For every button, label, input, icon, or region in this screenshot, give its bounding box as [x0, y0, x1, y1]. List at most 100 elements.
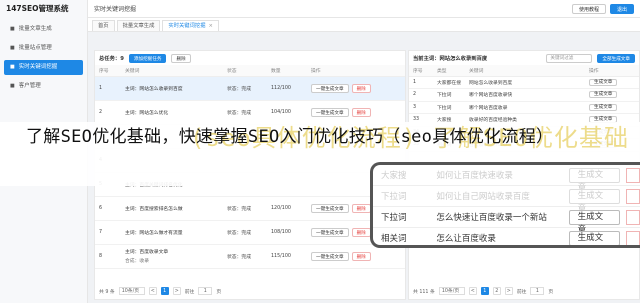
keyword-text: 网站怎么收录到百度 — [465, 76, 585, 89]
page-size-select[interactable]: 10条/页 — [438, 287, 465, 295]
tabs-bar: 首页 批量文章生成 实时关键词挖掘 × — [88, 18, 640, 32]
main-keyword: 主词：网站怎么收录到百度 — [125, 86, 183, 92]
table-row[interactable]: 6 主词：百度搜索排名怎么做 状态：完成 120/100 一键生成文章 删除 — [95, 196, 405, 221]
row-actions: 一键生成文章 删除 — [311, 251, 405, 261]
page-size-select[interactable]: 10条/页 — [118, 287, 145, 295]
generate-article-button[interactable]: 生成文章 — [568, 188, 621, 214]
keyword-type: 相关词 — [381, 234, 407, 244]
main-keyword: 主词：百度收录文章 — [125, 250, 169, 255]
delete-row-button[interactable]: 删除 — [351, 83, 371, 93]
operations-cell: 一键生成文章 删除 — [307, 76, 405, 101]
generate-article-button[interactable]: 生成文章 — [568, 230, 621, 245]
keyword-type: 下拉词 — [381, 213, 407, 223]
row-number: 2 — [95, 100, 121, 125]
page-button[interactable]: 1 — [160, 287, 169, 295]
add-task-button[interactable]: 添加挖掘任务 — [128, 53, 167, 63]
row-number: 1 — [95, 76, 121, 101]
page-title: 实时关键词挖掘 — [94, 6, 137, 13]
keyword-filter-input[interactable]: 关键词过滤 — [546, 53, 593, 63]
sidebar-item-label: 客户管理 — [18, 83, 41, 89]
zoom-row: 大家搜 如何让百度快速收录 生成文章 — [373, 165, 640, 193]
main-keyword: 主词：网站怎么做才有流量 — [125, 230, 183, 236]
task-pagination: 共 9 条 10条/页 < 1 > 前往 1 页 — [99, 286, 401, 296]
table-row[interactable]: 7 主词：网站怎么做才有流量 状态：完成 108/100 一键生成文章 删除 — [95, 220, 405, 245]
page-button[interactable]: 2 — [492, 287, 501, 295]
count-text: 115/100 — [267, 244, 307, 269]
delete-box — [626, 209, 640, 225]
keyword-text: 如何让自己网站收录百度 — [436, 192, 530, 202]
goto-page-input[interactable]: 1 — [198, 287, 213, 295]
task-total: 共 9 条 — [99, 289, 115, 295]
sidebar-item[interactable]: ■ 批量站点管理 — [4, 41, 83, 56]
generate-all-button[interactable]: 全部生成文章 — [597, 53, 635, 63]
delete-row-button[interactable]: 删除 — [351, 251, 371, 261]
delete-row-button[interactable]: 删除 — [351, 203, 371, 213]
menu-icon: ■ — [10, 26, 15, 32]
keyword-cell: 主词：百度搜索排名怎么做 — [121, 196, 223, 221]
page-button[interactable]: 1 — [480, 287, 489, 295]
main-keyword: 主词：网站怎么优化 — [125, 110, 169, 116]
zoomed-keyword-callout: 大家搜 如何让百度快速收录 生成文章 下拉词 如何让自己网站收录百度 生成文章 下拉词 怎么快… — [370, 162, 640, 248]
table-row[interactable]: 2 下拉词 哪个网站百度收录快 生成文章 — [409, 88, 639, 102]
keyword-text: 怎么让百度收录 — [436, 234, 496, 244]
sidebar-item[interactable]: ■ 批量文章生成 — [4, 22, 83, 37]
table-row[interactable]: 1 大家都在搜 网站怎么收录到百度 生成文章 — [409, 76, 639, 89]
delete-row-button[interactable]: 删除 — [351, 107, 371, 117]
generate-article-button[interactable]: 一键生成文章 — [311, 227, 349, 237]
tab-keyword-mining[interactable]: 实时关键词挖掘 × — [162, 20, 219, 31]
row-number: 3 — [409, 101, 433, 114]
zoom-row: 相关词 怎么让百度收录 生成文章 — [373, 228, 640, 245]
tab-article-gen[interactable]: 批量文章生成 — [116, 20, 161, 31]
generate-article-button[interactable]: 一键生成文章 — [311, 107, 349, 117]
tutorial-button[interactable]: 使用教程 — [571, 4, 606, 14]
tab-home[interactable]: 首页 — [92, 20, 115, 31]
logout-button[interactable]: 退出 — [609, 4, 634, 14]
operations-cell: 生成文章 — [585, 101, 639, 114]
status-text: 状态：完成 — [223, 244, 267, 269]
table-row[interactable]: 8 主词：百度收录文章 合成：收录 状态：完成 115/100 一键生成文章 删除 — [95, 244, 405, 269]
keyword-text: 哪个网站百度收录 — [465, 101, 585, 114]
keyword-cell: 主词：网站怎么做才有流量 — [121, 220, 223, 245]
zoom-row: 下拉词 怎么快速让百度收录一个新站 生成文章 — [373, 207, 640, 235]
sidebar-item[interactable]: ■ 客户管理 — [4, 79, 83, 94]
generate-article-button[interactable]: 生成文章 — [568, 209, 621, 235]
prev-page-button[interactable]: < — [468, 287, 477, 295]
goto-label: 前往 — [184, 289, 195, 295]
generate-article-button[interactable]: 生成文章 — [589, 103, 618, 111]
row-number: 7 — [95, 220, 121, 245]
column-header: 数量 — [267, 65, 307, 77]
status-text: 状态：完成 — [223, 220, 267, 245]
generate-article-button[interactable]: 生成文章 — [589, 78, 618, 86]
zoom-row: 下拉词 如何让自己网站收录百度 生成文章 — [373, 186, 640, 214]
page-unit: 页 — [548, 289, 554, 295]
generate-article-button[interactable]: 一键生成文章 — [311, 251, 349, 261]
prev-page-button[interactable]: < — [148, 287, 157, 295]
delete-box — [626, 230, 640, 245]
keyword-cell: 主词：网站怎么收录到百度 — [121, 76, 223, 101]
count-text: 108/100 — [267, 220, 307, 245]
generate-article-button[interactable]: 生成文章 — [568, 167, 621, 193]
delete-button[interactable]: 删除 — [171, 53, 191, 63]
delete-row-button[interactable]: 删除 — [351, 227, 371, 237]
next-page-button[interactable]: > — [504, 287, 513, 295]
operations-cell: 生成文章 — [585, 76, 639, 89]
generate-article-button[interactable]: 一键生成文章 — [311, 203, 349, 213]
next-page-button[interactable]: > — [172, 287, 181, 295]
table-row[interactable]: 1 主词：网站怎么收录到百度 状态：完成 112/100 一键生成文章 删除 — [95, 76, 405, 101]
goto-page-input[interactable]: 1 — [530, 287, 545, 295]
table-row[interactable]: 3 下拉词 哪个网站百度收录 生成文章 — [409, 101, 639, 114]
status-text: 状态：完成 — [223, 196, 267, 221]
generate-article-button[interactable]: 一键生成文章 — [311, 83, 349, 93]
keyword-cell: 主词：百度收录文章 合成：收录 — [121, 244, 223, 269]
keyword-type: 下拉词 — [381, 192, 407, 202]
sidebar-item[interactable]: ■ 实时关键词挖掘 — [4, 60, 83, 75]
generate-article-button[interactable]: 生成文章 — [589, 91, 618, 99]
keyword-type: 下拉词 — [433, 88, 465, 102]
row-actions: 一键生成文章 删除 — [311, 107, 405, 117]
menu-icon: ■ — [10, 45, 15, 51]
keyword-type: 大家都在搜 — [433, 76, 465, 89]
column-header: 类型 — [433, 65, 465, 77]
sub-keyword: 合成：收录 — [125, 259, 149, 264]
close-icon[interactable]: × — [209, 23, 213, 29]
keyword-type: 大家搜 — [381, 171, 407, 181]
